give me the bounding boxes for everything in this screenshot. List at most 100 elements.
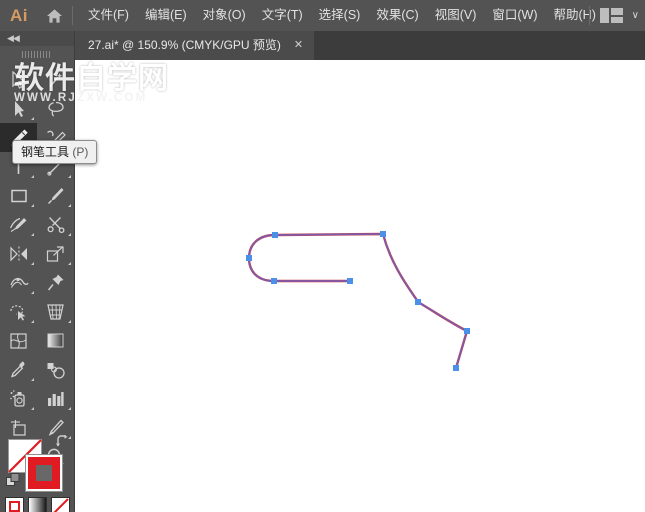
document-tab[interactable]: 27.ai* @ 150.9% (CMYK/GPU 预览) ✕ [75, 31, 315, 60]
tooltip-tool-name: 钢笔工具 [21, 145, 70, 159]
gradient-icon [47, 333, 64, 348]
flyout-indicator [31, 117, 34, 120]
perspective-grid-icon [47, 303, 64, 320]
drawn-path[interactable] [75, 60, 645, 512]
swap-fill-stroke-icon[interactable] [55, 435, 69, 448]
direct-selection-arrow-icon [14, 100, 24, 117]
flyout-indicator [68, 175, 71, 178]
menu-select[interactable]: 选择(S) [311, 0, 369, 31]
rotate-reflect-tool[interactable] [0, 239, 37, 268]
anchor-point-3[interactable] [271, 278, 277, 284]
magic-wand-tool[interactable] [37, 65, 74, 94]
column-graph-tool[interactable] [37, 384, 74, 413]
blend-icon [47, 362, 65, 379]
blob-brush-icon [9, 217, 26, 233]
grip-dots-icon [22, 50, 52, 58]
menu-bar-right: ∨ [588, 0, 639, 31]
none-mode-button[interactable] [51, 497, 70, 512]
eraser-scissors-tool[interactable] [37, 210, 74, 239]
gradient-tool[interactable] [37, 326, 74, 355]
stroke-swatch-center [36, 465, 52, 481]
mesh-icon [10, 332, 27, 349]
mesh-tool[interactable] [0, 326, 37, 355]
fill-stroke-controls [0, 431, 75, 501]
anchor-point-4[interactable] [347, 278, 353, 284]
shape-builder-tool[interactable] [0, 297, 37, 326]
panel-drag-handle[interactable] [0, 46, 74, 62]
tool-tooltip: 钢笔工具 (P) [12, 140, 98, 164]
menu-effect[interactable]: 效果(C) [368, 0, 426, 31]
anchor-point-2[interactable] [246, 255, 252, 261]
flyout-indicator [31, 233, 34, 236]
artboard-canvas[interactable] [75, 60, 645, 512]
default-fill-stroke-icon[interactable] [6, 473, 20, 487]
shape-builder-icon [9, 304, 25, 321]
anchor-point-1[interactable] [272, 232, 278, 238]
column-graph-icon [48, 391, 64, 406]
menu-type[interactable]: 文字(T) [254, 0, 311, 31]
color-mode-swatch [9, 501, 20, 512]
eyedropper-tool[interactable] [0, 355, 37, 384]
width-warp-tool[interactable] [0, 268, 37, 297]
tool-grid [0, 62, 74, 471]
menu-file[interactable]: 文件(F) [80, 0, 137, 31]
blend-tool[interactable] [37, 355, 74, 384]
anchor-point-5[interactable] [380, 231, 386, 237]
flyout-indicator [31, 320, 34, 323]
free-transform-tool[interactable] [37, 268, 74, 297]
menu-edit[interactable]: 编辑(E) [137, 0, 195, 31]
magic-wand-icon [49, 72, 63, 87]
app-logo: Ai [10, 6, 28, 25]
pushpin-icon [47, 274, 63, 291]
chevron-down-icon[interactable]: ∨ [632, 0, 639, 31]
workspace-switcher-icon[interactable] [599, 8, 623, 23]
warp-icon [9, 277, 29, 288]
tooltip-shortcut: (P) [69, 145, 89, 159]
close-icon[interactable]: ✕ [281, 31, 314, 60]
flyout-indicator [68, 204, 71, 207]
direct-selection-tool[interactable] [0, 94, 37, 123]
flyout-indicator [68, 233, 71, 236]
lasso-tool[interactable] [37, 94, 74, 123]
paintbrush-icon [48, 188, 64, 204]
menu-view[interactable]: 视图(V) [427, 0, 485, 31]
selection-tool[interactable] [0, 65, 37, 94]
menu-window[interactable]: 窗口(W) [484, 0, 545, 31]
path-selection-overlay [248, 233, 469, 369]
scale-shear-tool[interactable] [37, 239, 74, 268]
anchor-point-8[interactable] [453, 365, 459, 371]
illustrator-window: Ai 文件(F) 编辑(E) 对象(O) 文字(T) 选择(S) 效果(C) 视… [0, 0, 645, 512]
flyout-indicator [31, 262, 34, 265]
anchor-point-6[interactable] [415, 299, 421, 305]
tools-panel: ◀◀ [0, 31, 75, 512]
gradient-mode-button[interactable] [28, 497, 47, 512]
symbol-sprayer-icon [9, 390, 25, 407]
paintbrush-tool[interactable] [37, 181, 74, 210]
flyout-indicator [31, 204, 34, 207]
document-tab-title: 27.ai* @ 150.9% (CMYK/GPU 预览) [88, 38, 281, 52]
color-mode-row [0, 497, 75, 512]
scissors-icon [47, 217, 64, 234]
double-chevron-left-icon: ◀◀ [7, 33, 20, 43]
selection-arrow-icon [11, 70, 26, 89]
anchor-point-7[interactable] [464, 328, 470, 334]
color-mode-button[interactable] [5, 497, 24, 512]
menu-object[interactable]: 对象(O) [195, 0, 254, 31]
flyout-indicator [68, 262, 71, 265]
home-icon[interactable] [38, 0, 70, 31]
stroke-swatch[interactable] [26, 455, 62, 491]
home-glyph [46, 8, 62, 23]
symbol-sprayer-tool[interactable] [0, 384, 37, 413]
perspective-grid-tool[interactable] [37, 297, 74, 326]
scale-icon [46, 245, 64, 262]
panel-collapse-button[interactable]: ◀◀ [0, 31, 74, 46]
rectangle-tool[interactable] [0, 181, 37, 210]
path-stroke-under [247, 232, 469, 369]
rectangle-icon [10, 189, 27, 202]
blob-brush-tool[interactable] [0, 210, 37, 239]
reflect-icon [9, 246, 27, 261]
flyout-indicator [31, 175, 34, 178]
flyout-indicator [68, 320, 71, 323]
document-tab-strip: 27.ai* @ 150.9% (CMYK/GPU 预览) ✕ [75, 31, 645, 60]
menu-items: 文件(F) 编辑(E) 对象(O) 文字(T) 选择(S) 效果(C) 视图(V… [80, 0, 604, 31]
